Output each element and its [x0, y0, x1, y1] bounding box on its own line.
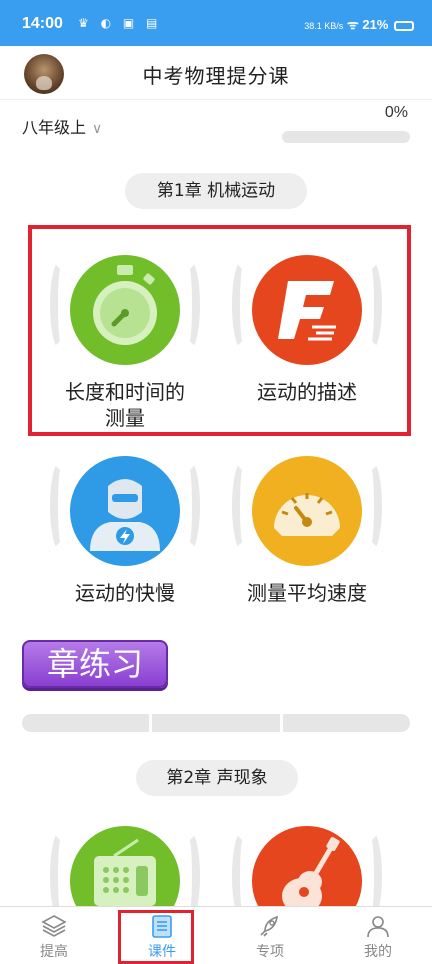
- lesson-name-line2: 测量: [105, 406, 145, 430]
- lesson-ring-right: [360, 259, 382, 351]
- progress-percent: 0%: [384, 104, 408, 121]
- speedometer-icon: [252, 456, 362, 566]
- status-time: 14:00: [22, 15, 63, 32]
- grade-selector[interactable]: 八年级上 ∨: [22, 114, 102, 138]
- lesson-ring-left: [232, 259, 254, 351]
- practice-segment[interactable]: [152, 714, 280, 732]
- page-title: 中考物理提分课: [142, 64, 290, 88]
- status-bar: 14:00 ♛ ◐ ▣ ▤ 38.1 KB/s ᯤ 21%: [0, 0, 432, 46]
- lesson-motion-description[interactable]: 运动的描述: [222, 255, 392, 405]
- battery-text: 21%: [362, 17, 389, 32]
- progress-bar: [282, 131, 410, 143]
- lesson-ring-left: [50, 460, 72, 552]
- battery-icon: [394, 20, 414, 31]
- lesson-name: 长度和时间的 测量: [40, 379, 210, 431]
- lesson-ring-right: [360, 460, 382, 552]
- tab-highlight-box: [118, 910, 194, 964]
- app-header: 中考物理提分课: [0, 46, 432, 100]
- chapter-1-title: 第1章 机械运动: [125, 173, 307, 209]
- practice-segment[interactable]: [22, 714, 150, 732]
- practice-progress-segments: [22, 714, 410, 732]
- lesson-ring-right: [178, 259, 200, 351]
- chapter-2-title: 第2章 声现象: [136, 760, 298, 796]
- flash-hero-icon: [70, 456, 180, 566]
- lesson-name: 运动的快慢: [75, 581, 175, 605]
- lesson-ring-right: [178, 460, 200, 552]
- tab-label: 提高: [40, 944, 68, 960]
- chapter-practice-button[interactable]: 章练习: [22, 640, 168, 688]
- user-icon: [365, 913, 391, 939]
- lesson-name-line1: 长度和时间的: [65, 380, 185, 404]
- bottom-tab-bar: 提高 课件 专项 我的: [0, 906, 432, 964]
- wifi-icon: ᯤ: [346, 17, 363, 32]
- lesson-name: 运动的描述: [257, 380, 357, 404]
- tab-improve[interactable]: 提高: [0, 907, 108, 964]
- status-icons: ♛ ◐ ▣ ▤: [78, 16, 162, 30]
- f-logo-icon: [252, 255, 362, 365]
- tab-label: 我的: [364, 944, 392, 960]
- practice-segment[interactable]: [282, 714, 410, 732]
- lesson-length-time[interactable]: 长度和时间的 测量: [40, 255, 210, 431]
- lesson-name: 测量平均速度: [247, 581, 367, 605]
- tab-special[interactable]: 专项: [216, 907, 324, 964]
- grade-label: 八年级上: [22, 118, 87, 137]
- status-right: 38.1 KB/s ᯤ 21%: [304, 15, 414, 33]
- tab-mine[interactable]: 我的: [324, 907, 432, 964]
- lesson-ring-left: [232, 460, 254, 552]
- layers-icon: [41, 913, 67, 939]
- rocket-icon: [257, 913, 283, 939]
- stopwatch-icon: [70, 255, 180, 365]
- lesson-average-speed[interactable]: 测量平均速度: [222, 456, 392, 606]
- lesson-ring-left: [50, 259, 72, 351]
- tab-label: 专项: [256, 944, 284, 960]
- lesson-motion-speed[interactable]: 运动的快慢: [40, 456, 210, 606]
- chevron-down-icon: ∨: [92, 121, 103, 137]
- net-speed: 38.1 KB/s: [304, 21, 344, 31]
